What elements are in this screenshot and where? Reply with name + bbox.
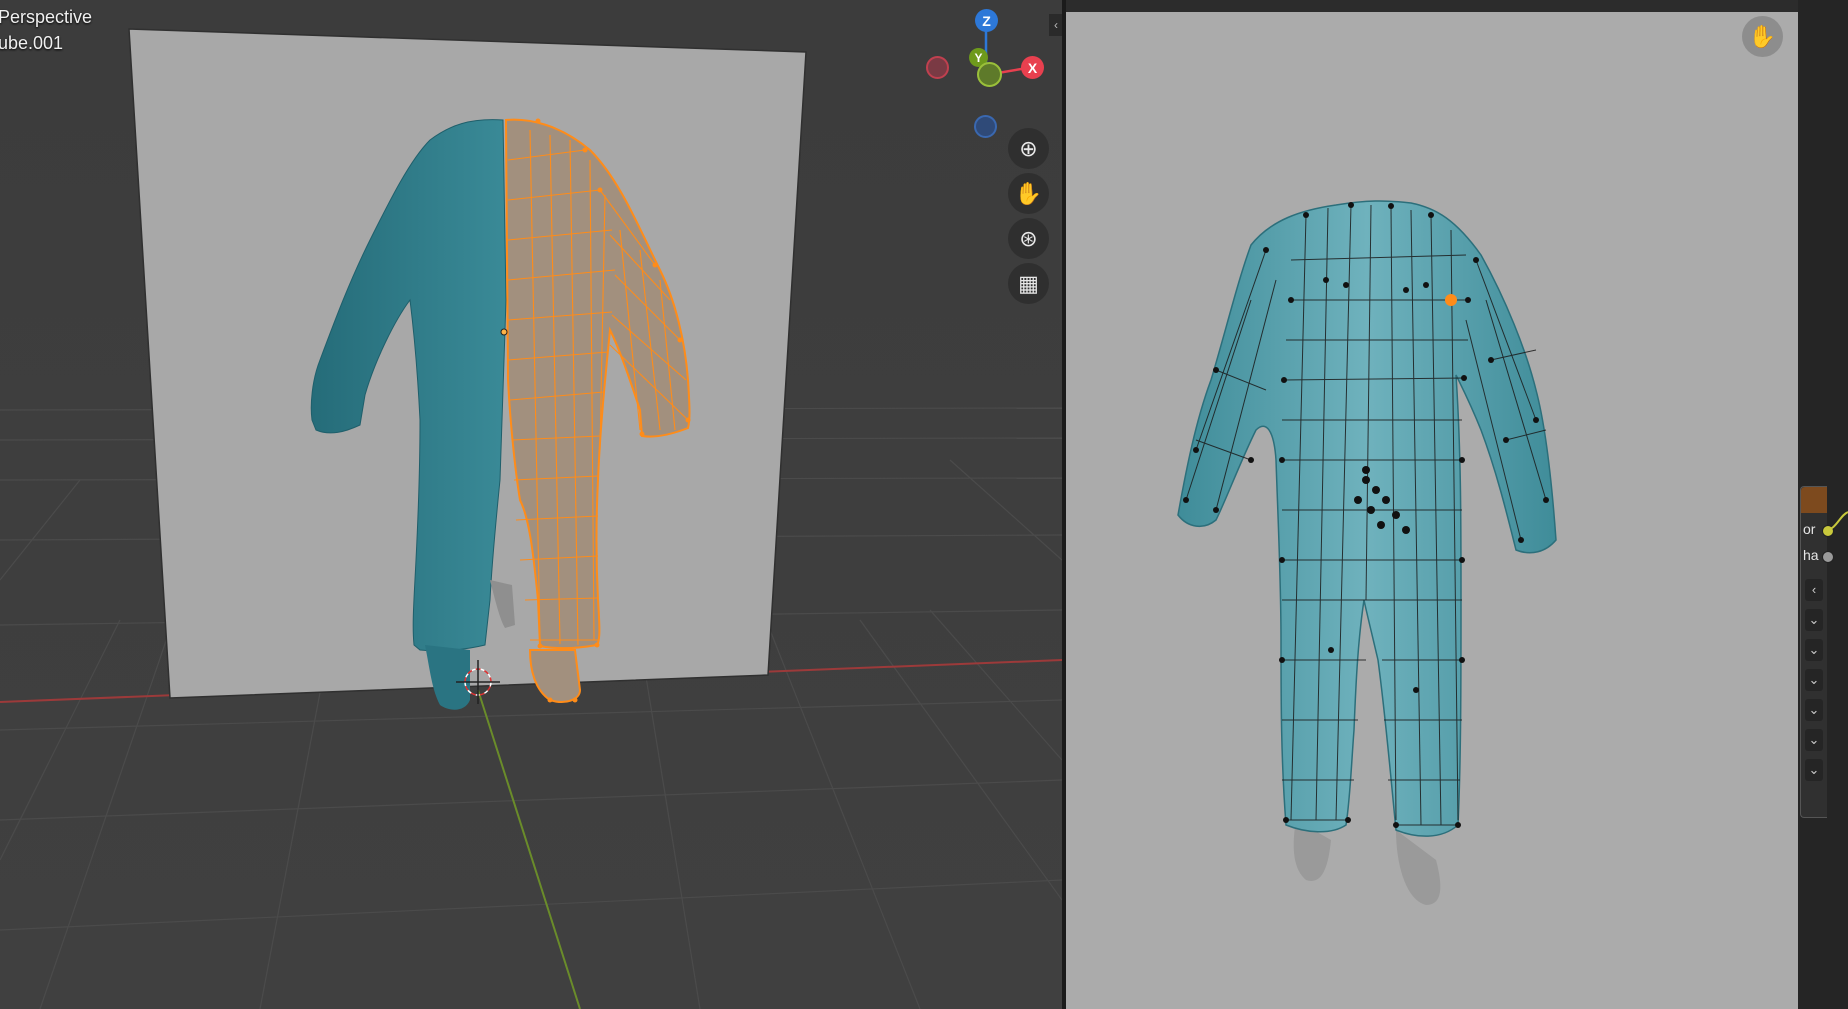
node-collapse-icon[interactable]: ‹: [1805, 579, 1823, 601]
render-image: [1177, 200, 1557, 905]
gizmo-neg-z-axis[interactable]: [974, 115, 997, 138]
dropdown-chevron-icon[interactable]: ⌄: [1805, 639, 1823, 661]
camera-icon[interactable]: ⊛: [1008, 218, 1049, 259]
active-object-label: ube.001: [0, 33, 64, 53]
viewport-scene[interactable]: [0, 0, 1062, 1009]
pan-view-icon[interactable]: ✋: [1742, 16, 1783, 57]
3d-viewport[interactable]: Perspective ube.001 Z X Y ⊕ ✋ ⊛ ▦ ‹: [0, 0, 1062, 1009]
gizmo-neg-x-axis[interactable]: [926, 56, 949, 79]
collapse-sidebar-icon[interactable]: ‹: [1049, 14, 1062, 36]
dropdown-chevron-icon[interactable]: ⌄: [1805, 669, 1823, 691]
gizmo-x-axis[interactable]: X: [1021, 56, 1044, 79]
dropdown-chevron-icon[interactable]: ⌄: [1805, 729, 1823, 751]
alpha-socket-icon[interactable]: [1822, 551, 1834, 563]
zoom-icon[interactable]: ⊕: [1008, 128, 1049, 169]
gizmo-z-axis[interactable]: Z: [975, 9, 998, 32]
node-header[interactable]: [1801, 487, 1827, 513]
render-view[interactable]: ✋: [1066, 0, 1798, 1009]
grid-icon[interactable]: ▦: [1008, 263, 1049, 304]
shader-node[interactable]: or ha ‹ ⌄ ⌄ ⌄ ⌄ ⌄ ⌄: [1800, 486, 1834, 818]
dropdown-chevron-icon[interactable]: ⌄: [1805, 699, 1823, 721]
node-socket-label-color: or: [1803, 521, 1816, 537]
gizmo-neg-y-axis[interactable]: [977, 62, 1002, 87]
node-link-wire: [1826, 511, 1848, 531]
dropdown-chevron-icon[interactable]: ⌄: [1805, 609, 1823, 631]
view-mode-label: Perspective: [0, 7, 93, 27]
dropdown-chevron-icon[interactable]: ⌄: [1805, 759, 1823, 781]
hand-icon[interactable]: ✋: [1008, 173, 1049, 214]
node-socket-label-alpha: ha: [1803, 547, 1819, 563]
